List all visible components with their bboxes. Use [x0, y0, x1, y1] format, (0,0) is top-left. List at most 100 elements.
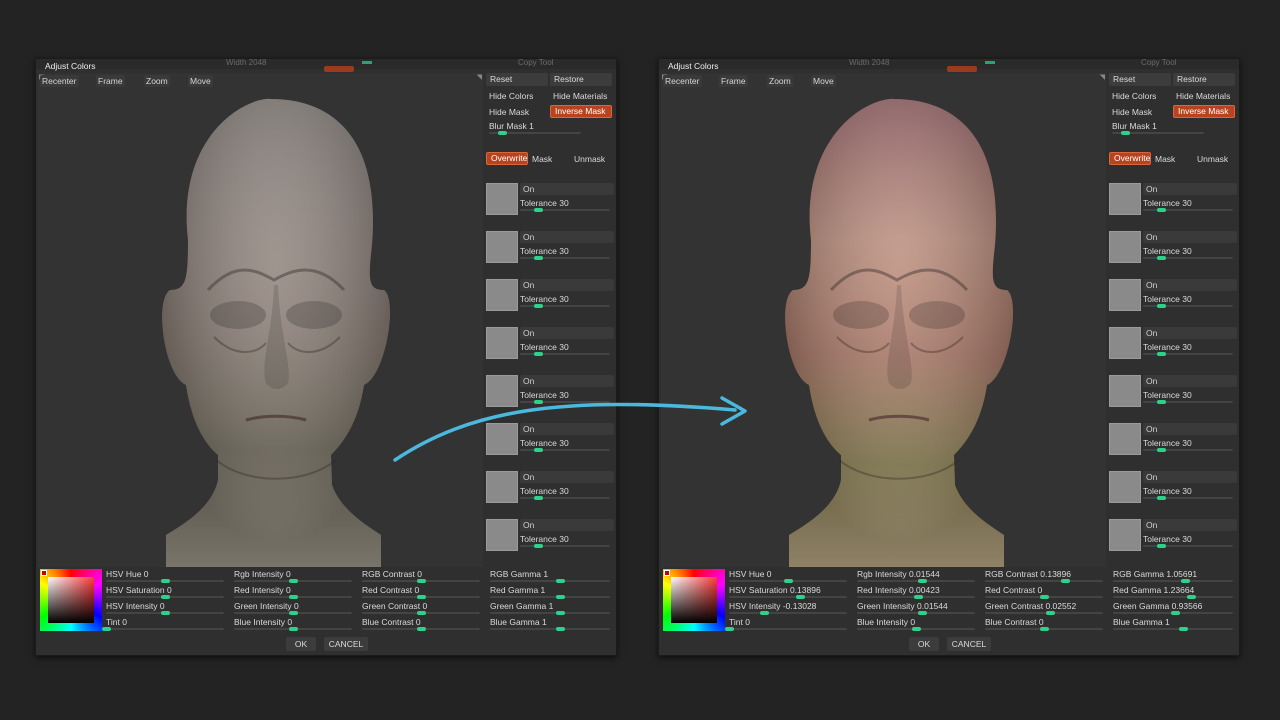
slider-thumb[interactable]	[289, 611, 298, 615]
slider-thumb[interactable]	[795, 595, 805, 599]
color-picker-square[interactable]	[671, 577, 717, 623]
green-intensity-slider[interactable]: Green Intensity 0	[234, 601, 352, 615]
mask-color-swatch[interactable]	[486, 519, 518, 551]
unmask-button[interactable]: Unmask	[1197, 154, 1228, 164]
slider-thumb[interactable]	[533, 448, 543, 452]
blur-mask-slider[interactable]: Blur Mask 1	[1112, 121, 1204, 135]
tolerance-slider[interactable]: Tolerance 30	[1143, 438, 1233, 452]
cancel-button[interactable]: CANCEL	[947, 637, 991, 651]
tolerance-slider[interactable]: Tolerance 30	[1143, 342, 1233, 356]
mask-on-toggle[interactable]: On	[520, 327, 614, 339]
overwrite-button[interactable]: Overwrite	[486, 152, 528, 165]
rgb-gamma-slider[interactable]: RGB Gamma 1.05691	[1113, 569, 1233, 583]
mask-color-swatch[interactable]	[1109, 279, 1141, 311]
slider-thumb[interactable]	[533, 496, 543, 500]
reset-button[interactable]: Reset	[486, 73, 548, 86]
restore-button[interactable]: Restore	[550, 73, 612, 86]
mask-on-toggle[interactable]: On	[520, 423, 614, 435]
red-intensity-slider[interactable]: Red Intensity 0.00423	[857, 585, 975, 599]
slider-thumb[interactable]	[1156, 448, 1166, 452]
slider-thumb[interactable]	[555, 611, 565, 615]
hsv-saturation-slider[interactable]: HSV Saturation 0.13896	[729, 585, 847, 599]
red-gamma-slider[interactable]: Red Gamma 1	[490, 585, 610, 599]
color-picker[interactable]	[40, 569, 102, 631]
mask-color-swatch[interactable]	[1109, 519, 1141, 551]
slider-thumb[interactable]	[1061, 579, 1071, 583]
tolerance-slider[interactable]: Tolerance 30	[1143, 486, 1233, 500]
ok-button[interactable]: OK	[286, 637, 316, 651]
hsv-hue-slider[interactable]: HSV Hue 0	[106, 569, 224, 583]
mask-on-toggle[interactable]: On	[520, 279, 614, 291]
slider-thumb[interactable]	[533, 304, 543, 308]
tolerance-slider[interactable]: Tolerance 30	[520, 342, 610, 356]
mask-on-toggle[interactable]: On	[1143, 375, 1237, 387]
inverse-mask-button[interactable]: Inverse Mask	[550, 105, 612, 118]
red-contrast-slider[interactable]: Red Contrast 0	[362, 585, 480, 599]
slider-thumb[interactable]	[417, 595, 426, 599]
mask-color-swatch[interactable]	[1109, 231, 1141, 263]
red-gamma-slider[interactable]: Red Gamma 1.23664	[1113, 585, 1233, 599]
mask-color-swatch[interactable]	[1109, 423, 1141, 455]
mask-color-swatch[interactable]	[486, 279, 518, 311]
slider-thumb[interactable]	[533, 256, 543, 260]
mask-on-toggle[interactable]: On	[520, 375, 614, 387]
reset-button[interactable]: Reset	[1109, 73, 1171, 86]
slider-thumb[interactable]	[533, 544, 543, 548]
mask-on-toggle[interactable]: On	[1143, 471, 1237, 483]
slider-thumb[interactable]	[417, 579, 426, 583]
slider-thumb[interactable]	[161, 611, 170, 615]
slider-thumb[interactable]	[289, 579, 298, 583]
green-gamma-slider[interactable]: Green Gamma 1	[490, 601, 610, 615]
hsv-hue-slider[interactable]: HSV Hue 0	[729, 569, 847, 583]
mask-color-swatch[interactable]	[486, 327, 518, 359]
hide-colors-button[interactable]: Hide Colors	[1112, 91, 1156, 101]
mask-color-swatch[interactable]	[486, 183, 518, 215]
tolerance-slider[interactable]: Tolerance 30	[520, 486, 610, 500]
tolerance-slider[interactable]: Tolerance 30	[1143, 294, 1233, 308]
rgb-contrast-slider[interactable]: RGB Contrast 0.13896	[985, 569, 1103, 583]
slider-thumb[interactable]	[533, 352, 543, 356]
tolerance-slider[interactable]: Tolerance 30	[1143, 246, 1233, 260]
mask-color-swatch[interactable]	[1109, 327, 1141, 359]
slider-thumb[interactable]	[533, 208, 543, 212]
tint-slider[interactable]: Tint 0	[102, 617, 224, 631]
slider-thumb[interactable]	[161, 579, 170, 583]
mask-on-toggle[interactable]: On	[1143, 183, 1237, 195]
slider-thumb[interactable]	[1040, 595, 1049, 599]
mask-on-toggle[interactable]: On	[1143, 327, 1237, 339]
blue-contrast-slider[interactable]: Blue Contrast 0	[985, 617, 1103, 631]
hsv-intensity-slider[interactable]: HSV Intensity -0.13028	[729, 601, 847, 615]
mask-color-swatch[interactable]	[1109, 183, 1141, 215]
slider-thumb[interactable]	[289, 595, 298, 599]
slider-thumb[interactable]	[289, 627, 298, 631]
slider-thumb[interactable]	[1156, 208, 1166, 212]
blue-contrast-slider[interactable]: Blue Contrast 0	[362, 617, 480, 631]
mask-color-swatch[interactable]	[486, 423, 518, 455]
slider-thumb[interactable]	[1187, 595, 1196, 599]
slider-thumb[interactable]	[161, 595, 170, 599]
slider-thumb[interactable]	[1045, 611, 1055, 615]
inverse-mask-button[interactable]: Inverse Mask	[1173, 105, 1235, 118]
slider-thumb[interactable]	[917, 579, 927, 583]
mask-button[interactable]: Mask	[1155, 154, 1175, 164]
slider-thumb[interactable]	[760, 611, 770, 615]
slider-thumb[interactable]	[1181, 579, 1190, 583]
tolerance-slider[interactable]: Tolerance 30	[1143, 198, 1233, 212]
slider-thumb[interactable]	[725, 627, 734, 631]
slider-thumb[interactable]	[555, 595, 565, 599]
ok-button[interactable]: OK	[909, 637, 939, 651]
tint-slider[interactable]: Tint 0	[725, 617, 847, 631]
green-contrast-slider[interactable]: Green Contrast 0.02552	[985, 601, 1103, 615]
blur-mask-slider[interactable]: Blur Mask 1	[489, 121, 581, 135]
slider-thumb[interactable]	[1171, 611, 1181, 615]
tolerance-slider[interactable]: Tolerance 30	[1143, 534, 1233, 548]
tolerance-slider[interactable]: Tolerance 30	[520, 246, 610, 260]
tolerance-slider[interactable]: Tolerance 30	[1143, 390, 1233, 404]
slider-thumb[interactable]	[914, 595, 924, 599]
color-picker[interactable]	[663, 569, 725, 631]
mask-color-swatch[interactable]	[486, 471, 518, 503]
mask-on-toggle[interactable]: On	[520, 471, 614, 483]
hide-materials-button[interactable]: Hide Materials	[1176, 91, 1230, 101]
slider-thumb[interactable]	[784, 579, 793, 583]
mask-on-toggle[interactable]: On	[520, 231, 614, 243]
